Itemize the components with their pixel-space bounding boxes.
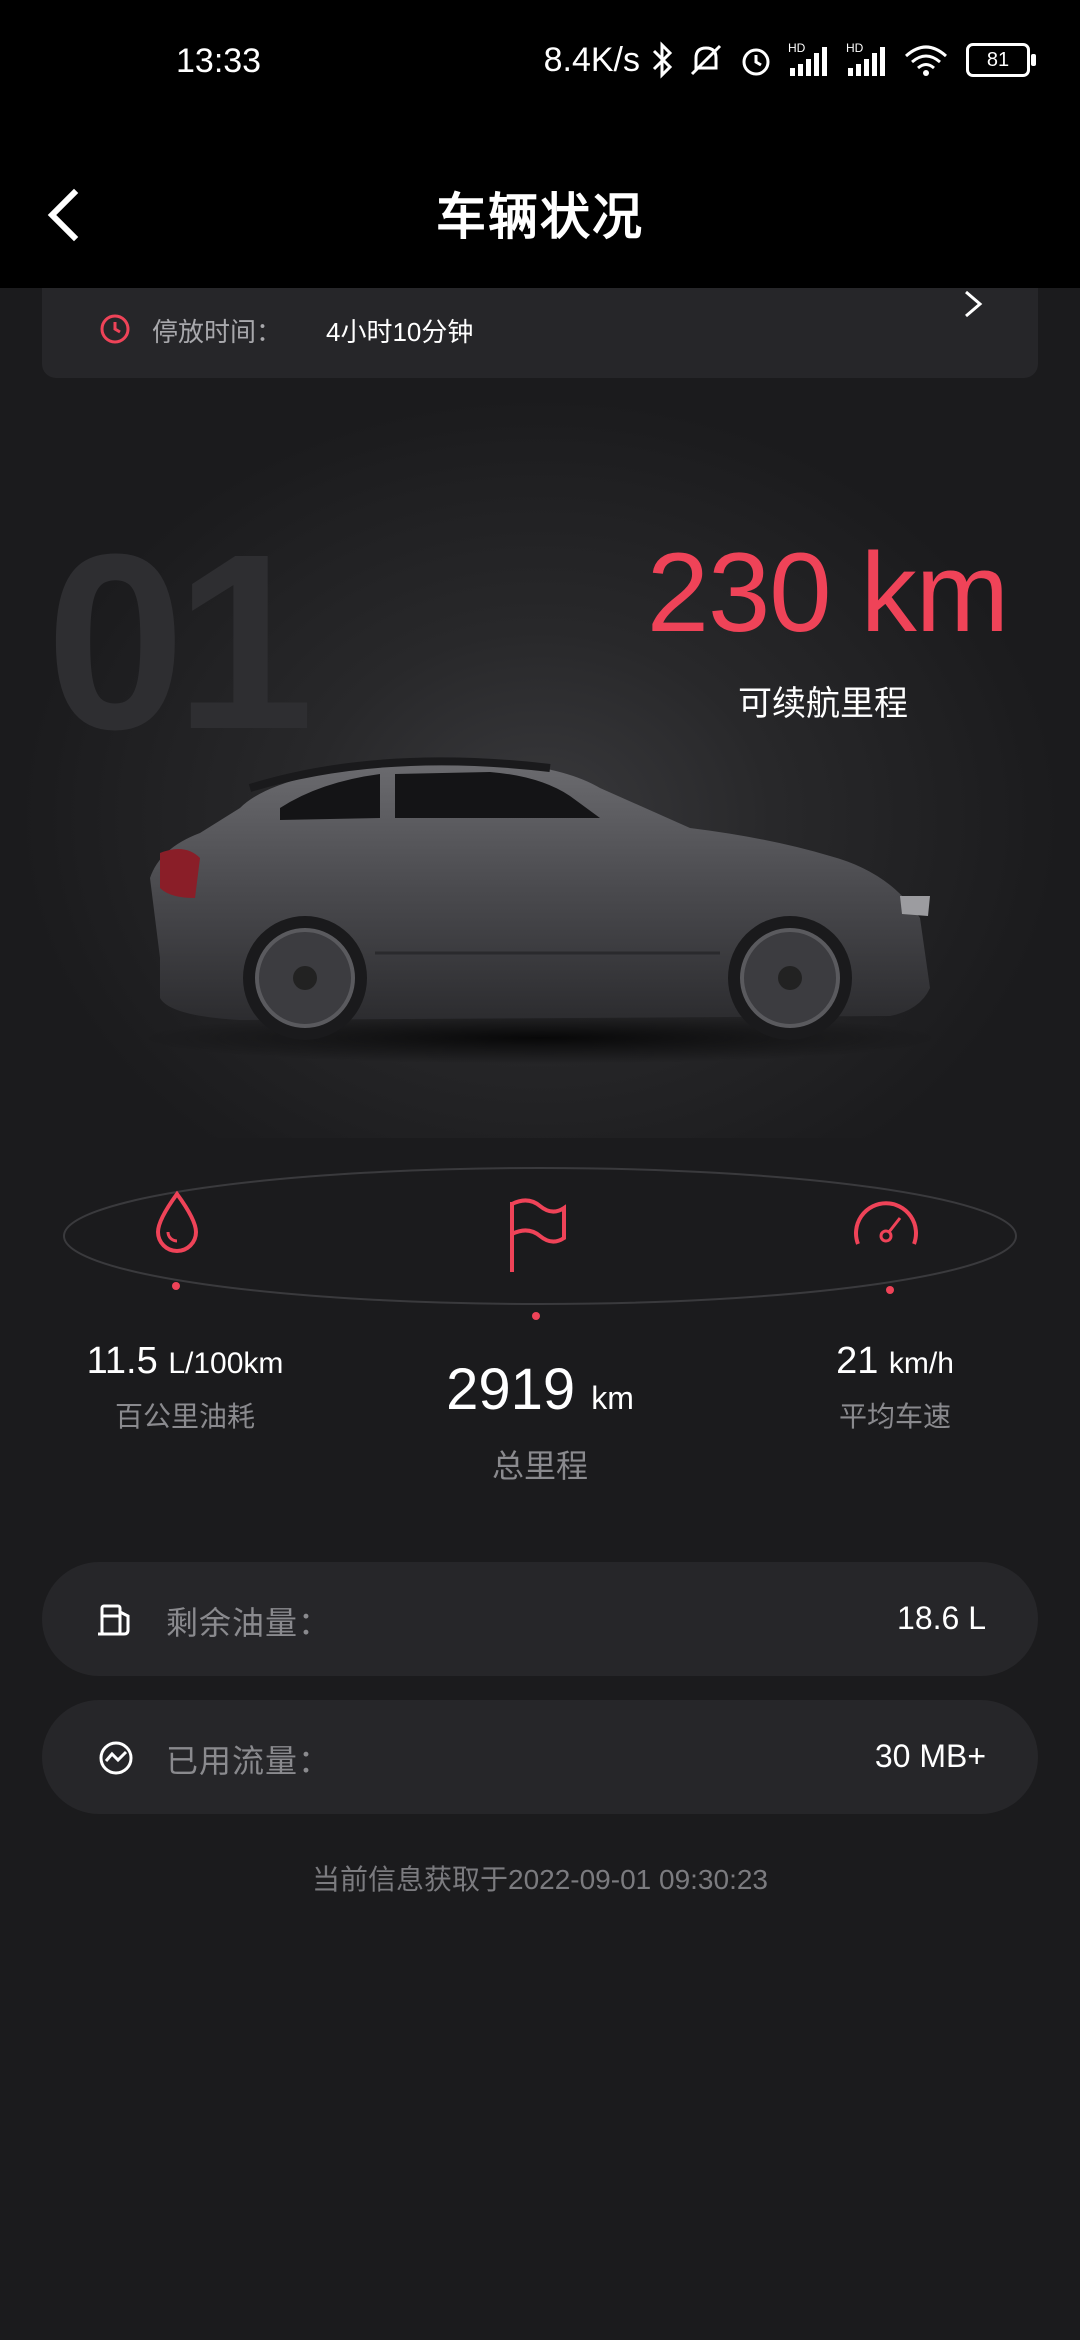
signal-hd-icon: HD <box>788 41 827 76</box>
data-used-label: 已用流量： <box>166 1743 332 1779</box>
last-updated-text: 当前信息获取于2022-09-01 09:30:23 <box>312 1864 768 1895</box>
avg-speed-value: 21 <box>836 1340 879 1382</box>
network-speed: 8.4K/s <box>543 40 640 79</box>
parking-value: 4小时10分钟 <box>326 317 474 347</box>
speedometer-icon <box>854 1201 918 1245</box>
battery-icon: 81 <box>966 43 1036 77</box>
avg-speed-label: 平均车速 <box>838 1401 951 1432</box>
status-time: 13:33 <box>176 42 262 80</box>
mute-icon <box>690 44 722 76</box>
svg-text:HD: HD <box>846 41 864 55</box>
car-image <box>140 757 940 1064</box>
range-value: 230 km <box>646 530 1009 655</box>
data-used-row: 已用流量： 30 MB+ <box>42 1700 1038 1814</box>
total-mileage-stat: 2919 km 总里程 <box>390 1356 690 1487</box>
status-icons: 8.4K/s HD HD 81 <box>543 38 1036 82</box>
alarm-icon <box>742 48 770 76</box>
chevron-right-icon[interactable] <box>958 288 988 328</box>
drop-icon <box>155 1190 199 1253</box>
bluetooth-icon <box>652 41 673 79</box>
parking-label: 停放时间： <box>152 317 283 347</box>
stats-section: 11.5 L/100km 百公里油耗 2919 km 总里程 21 km/h 平… <box>0 1140 1080 1500</box>
flag-icon <box>510 1198 566 1272</box>
avg-speed-stat: 21 km/h 平均车速 <box>760 1340 1030 1435</box>
wifi-icon <box>904 45 948 76</box>
range-hero: 01 230 km 可续航里程 <box>0 378 1080 1138</box>
parking-card[interactable]: 停放时间： 4小时10分钟 <box>42 288 1038 378</box>
fuel-remaining-row: 剩余油量： 18.6 L <box>42 1562 1038 1676</box>
svg-text:HD: HD <box>788 41 806 55</box>
fuel-pump-icon <box>98 1604 130 1636</box>
page-title: 车辆状况 <box>436 189 644 245</box>
range-label: 可续航里程 <box>738 685 908 723</box>
clock-icon <box>100 314 130 344</box>
total-mileage-value: 2919 <box>446 1357 576 1422</box>
total-mileage-unit: km <box>591 1380 634 1416</box>
status-bar: 13:33 8.4K/s HD HD 81 <box>0 0 1080 125</box>
fuel-remaining-label: 剩余油量： <box>166 1605 332 1641</box>
fuel-consumption-value: 11.5 <box>86 1340 158 1382</box>
fuel-consumption-stat: 11.5 L/100km 百公里油耗 <box>40 1340 330 1435</box>
data-used-value: 30 MB+ <box>874 1738 986 1774</box>
fuel-consumption-unit: L/100km <box>168 1347 284 1380</box>
signal-hd-icon: HD <box>846 41 885 76</box>
fuel-remaining-value: 18.6 L <box>897 1600 986 1636</box>
background-watermark: 01 <box>46 502 314 781</box>
fuel-consumption-label: 百公里油耗 <box>114 1401 255 1432</box>
avg-speed-unit: km/h <box>888 1347 954 1380</box>
battery-level: 81 <box>986 48 1010 71</box>
data-usage-icon <box>99 1741 133 1775</box>
top-bar: 车辆状况 <box>0 125 1080 288</box>
total-mileage-label: 总里程 <box>491 1448 588 1484</box>
